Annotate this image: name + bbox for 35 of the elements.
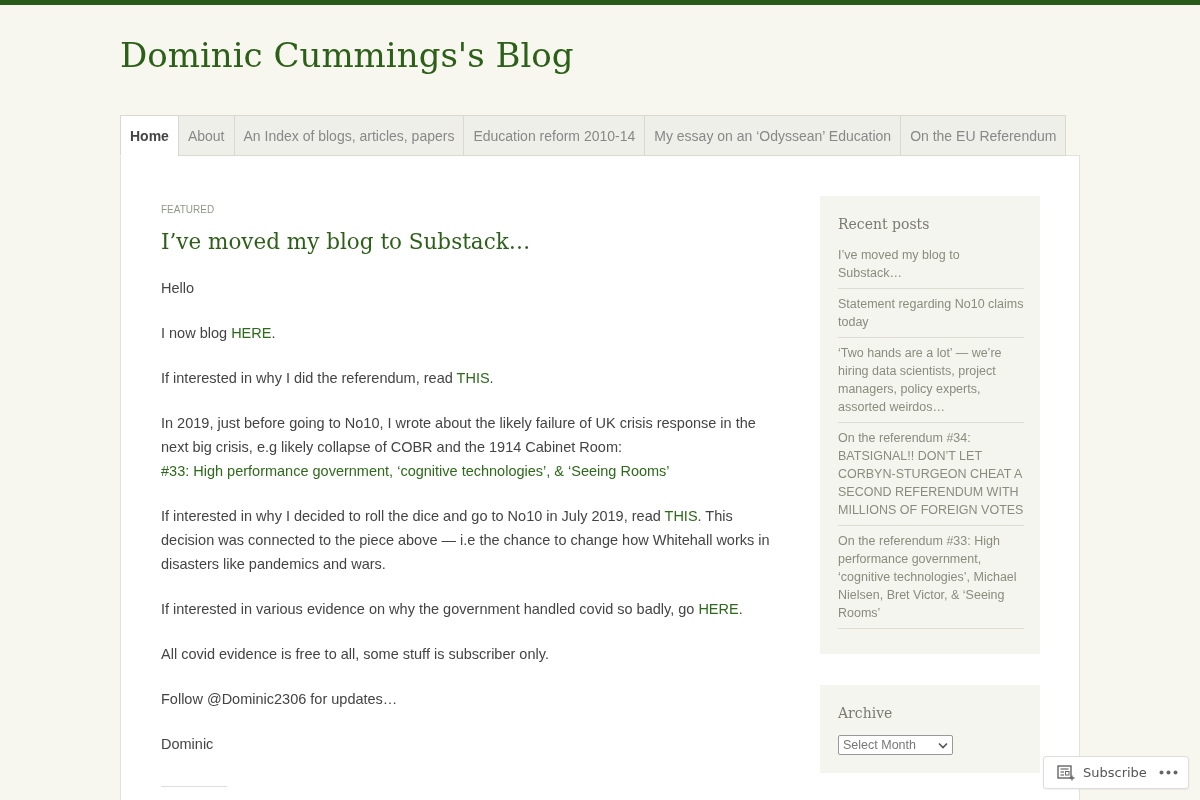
nav-tab[interactable]: On the EU Referendum [900,115,1067,156]
paragraph: All covid evidence is free to all, some stuff is subscriber only. [161,645,550,664]
paragraph: Dominic [161,735,215,754]
nav-tab[interactable]: An Index of blogs, articles, papers [233,115,464,156]
link[interactable]: THIS [664,508,698,524]
recent-post-link[interactable]: I’ve moved my blog to Substack… [838,246,1024,282]
nav-tab[interactable]: My essay on an ‘Odyssean’ Education [644,115,901,156]
nav-tab[interactable]: About [177,115,234,156]
post-title[interactable]: I’ve moved my blog to Substack… [161,226,531,258]
month-select[interactable]: Select Month [838,735,953,755]
paragraph: Hello [161,279,196,298]
more-icon[interactable] [1159,770,1178,775]
paragraph: I now blog HERE. [161,324,277,343]
paragraph: If interested in why I decided to roll the dice and go to No10 in July 2019, read THIS. This decision was connected to the piece above — i.e the chance to change how Whitehall works in disasters like pandemics and wars. [161,507,771,574]
site-title[interactable]: Dominic Cummings's Blog [120,33,574,77]
subscribe-button[interactable]: Subscribe [1057,764,1147,781]
paragraph: Follow @Dominic2306 for updates… [161,690,399,709]
document-plus-icon [1057,764,1075,781]
link[interactable]: HERE [231,325,272,341]
paragraph: If interested in various evidence on why the government handled covid so badly, go HERE. [161,600,744,619]
widget-title: Recent posts [838,215,930,234]
nav-tab[interactable]: Home [120,115,178,156]
recent-post-link[interactable]: On the referendum #33: High performance government, ‘cognitive technologies’, Michael Nielsen, Bret Victor, & ‘Seeing Rooms’ [838,532,1024,622]
paragraph: In 2019, just before going to No10, I wrote about the likely failure of UK crisis response in the next big crisis, e.g likely collapse of COBR and the 1914 Cabinet Room: #33: High performance government, ‘cognitive technologies’, & ‘Seeing Rooms’ [161,414,757,481]
caret-icon [938,741,948,749]
link[interactable]: HERE [698,601,739,617]
recent-post-link[interactable]: Statement regarding No10 claims today [838,295,1024,331]
widget-title: Archive [838,704,893,723]
nav-tab[interactable]: Education reform 2010-14 [463,115,645,156]
link[interactable]: #33: High performance government, ‘cognitive technologies’, & ‘Seeing Rooms’ [161,463,670,479]
recent-post-link[interactable]: ‘Two hands are a lot’ — we’re hiring data scientists, project managers, policy experts, assorted weirdos… [838,344,1024,416]
paragraph: If interested in why I did the referendum, read THIS. [161,369,495,388]
recent-post-link[interactable]: On the referendum #34: BATSIGNAL!! DON’T LET CORBYN-STURGEON CHEAT A SECOND REFERENDUM WITH MILLIONS OF FOREIGN VOTES [838,429,1024,519]
featured-label: FEATURED [161,203,215,217]
link[interactable]: THIS [456,370,490,386]
